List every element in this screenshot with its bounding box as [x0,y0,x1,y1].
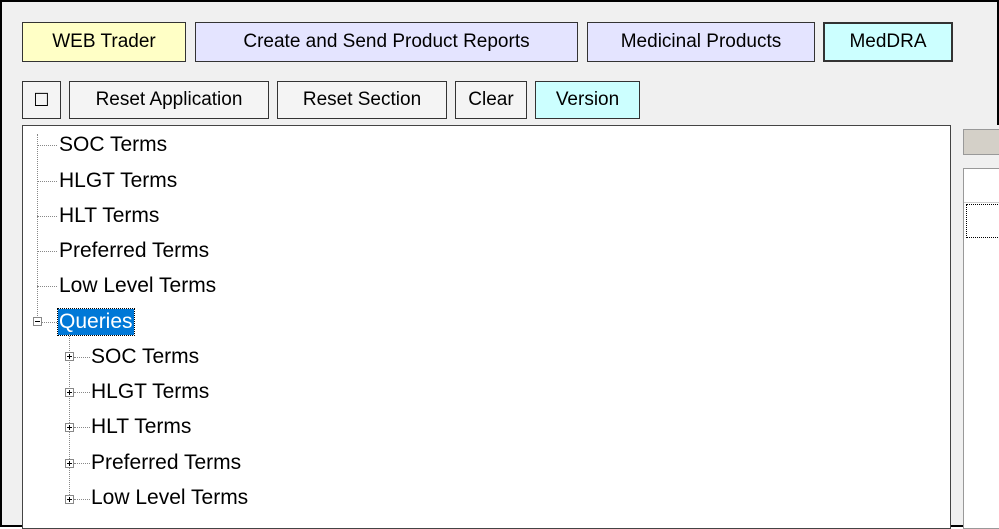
medicinal-products-tab[interactable]: Medicinal Products [587,22,815,62]
grid-focus-cell[interactable] [966,204,999,238]
tree-item-queries[interactable]: Queries [57,308,135,336]
tree-item-preferred-terms[interactable]: Preferred Terms [59,238,209,264]
grid-header-row [964,169,999,203]
tree-connector [37,145,57,146]
tree-item-hlt-terms[interactable]: HLT Terms [59,203,159,229]
panel-header [963,129,999,155]
tree-connector [37,134,38,316]
tree-item-queries-hlgt-terms[interactable]: HLGT Terms [91,379,209,405]
tree-item-soc-terms[interactable]: SOC Terms [59,132,167,158]
tree-item-queries-soc-terms[interactable]: SOC Terms [91,344,199,370]
collapse-icon[interactable] [33,317,42,326]
detail-panel [963,125,999,529]
tree-item-queries-preferred-terms[interactable]: Preferred Terms [91,450,241,476]
application-window: WEB Trader Create and Send Product Repor… [0,0,999,529]
tree-item-low-level-terms[interactable]: Low Level Terms [59,273,216,299]
web-trader-tab[interactable]: WEB Trader [22,22,186,62]
expand-icon[interactable] [65,495,74,504]
clear-button[interactable]: Clear [455,81,527,119]
expand-icon[interactable] [65,459,74,468]
create-send-product-reports-tab[interactable]: Create and Send Product Reports [195,22,578,62]
reset-section-button[interactable]: Reset Section [277,81,447,119]
maximize-icon: ☐ [33,89,50,110]
tree-item-queries-hlt-terms[interactable]: HLT Terms [91,414,191,440]
tree-item-queries-low-level-terms[interactable]: Low Level Terms [91,485,248,511]
expand-icon[interactable] [65,388,74,397]
tree-connector [74,499,90,500]
tree-connector [37,251,57,252]
tree-connector [74,392,90,393]
tree-connector [37,216,57,217]
tree-connector [37,286,57,287]
tree-connector [37,181,57,182]
meddra-tree[interactable]: SOC Terms HLGT Terms HLT Terms Preferred… [22,125,951,529]
version-button[interactable]: Version [535,81,640,119]
tree-item-hlgt-terms[interactable]: HLGT Terms [59,168,177,194]
tree-connector [74,357,90,358]
tree-connector [74,427,90,428]
meddra-tab[interactable]: MedDRA [823,22,953,62]
maximize-button[interactable]: ☐ [22,81,61,119]
panel-grid[interactable] [963,168,999,529]
expand-icon[interactable] [65,423,74,432]
expand-icon[interactable] [65,352,74,361]
tree-connector [74,463,90,464]
reset-application-button[interactable]: Reset Application [69,81,269,119]
